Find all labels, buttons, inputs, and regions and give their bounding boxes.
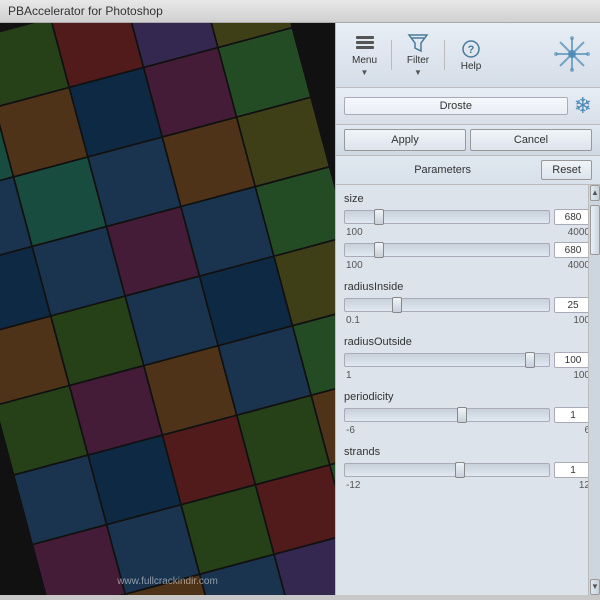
filter-label: Filter: [407, 55, 429, 66]
preview-area: www.fullcrackindir.com: [0, 23, 335, 595]
slider-row-size-1: 680: [344, 209, 592, 225]
slider-value-radiusInside: 25: [554, 297, 592, 313]
slider-row-periodicity: 1: [344, 407, 592, 423]
title-bar: PBAccelerator for Photoshop: [0, 0, 600, 23]
param-group-periodicity: periodicity 1 -6 6: [344, 391, 592, 436]
param-label-periodicity: periodicity: [344, 391, 592, 403]
slider-value-size-1: 680: [554, 209, 592, 225]
scrollbar-up-arrow[interactable]: ▲: [590, 185, 600, 201]
slider-track-size-1[interactable]: [344, 210, 550, 224]
snowflake-decoration: [552, 34, 592, 74]
slider-thumb-periodicity[interactable]: [457, 407, 467, 423]
droste-input[interactable]: [344, 97, 568, 115]
slider-thumb-radiusInside[interactable]: [392, 297, 402, 313]
slider-track-periodicity[interactable]: [344, 408, 550, 422]
scrollbar[interactable]: ▲ ▼: [588, 185, 600, 595]
slider-track-size-2[interactable]: [344, 243, 550, 257]
range-min-strands: -12: [346, 480, 360, 491]
slider-thumb-radiusOutside[interactable]: [525, 352, 535, 368]
main-container: www.fullcrackindir.com Menu ▼: [0, 23, 600, 595]
range-row-strands: -12 12: [344, 480, 592, 491]
param-group-radiusOutside: radiusOutside 100 1 100: [344, 336, 592, 381]
snowflake-icon: ❄: [574, 93, 592, 119]
params-label: Parameters: [344, 164, 541, 176]
range-min-radiusOutside: 1: [346, 370, 352, 381]
menu-icon: [353, 33, 377, 53]
svg-text:?: ?: [468, 44, 475, 56]
toolbar-divider-1: [391, 40, 392, 70]
slider-value-periodicity: 1: [554, 407, 592, 423]
param-label-radiusOutside: radiusOutside: [344, 336, 592, 348]
range-min-periodicity: -6: [346, 425, 355, 436]
menu-label: Menu: [352, 55, 377, 66]
slider-track-strands[interactable]: [344, 463, 550, 477]
range-row-size-1: 100 4000: [344, 227, 592, 238]
slider-value-strands: 1: [554, 462, 592, 478]
param-group-radiusInside: radiusInside 25 0.1 100: [344, 281, 592, 326]
param-label-size: size: [344, 193, 592, 205]
range-min-radiusInside: 0.1: [346, 315, 360, 326]
menu-arrow: ▼: [361, 68, 369, 77]
params-bar: Parameters Reset: [336, 156, 600, 185]
slider-track-radiusInside[interactable]: [344, 298, 550, 312]
apply-button[interactable]: Apply: [344, 129, 466, 151]
slider-thumb-strands[interactable]: [455, 462, 465, 478]
param-group-strands: strands 1 -12 12: [344, 446, 592, 491]
help-button[interactable]: ? Help: [451, 35, 491, 76]
right-panel: Menu ▼ Filter ▼ ?: [335, 23, 600, 595]
slider-thumb-size-2[interactable]: [374, 242, 384, 258]
param-label-radiusInside: radiusInside: [344, 281, 592, 293]
toolbar-divider-2: [444, 40, 445, 70]
scrollbar-down-arrow[interactable]: ▼: [590, 579, 600, 595]
help-label: Help: [461, 61, 482, 72]
range-max-size-1: 4000: [568, 227, 590, 238]
range-row-radiusInside: 0.1 100: [344, 315, 592, 326]
range-row-radiusOutside: 1 100: [344, 370, 592, 381]
toolbar: Menu ▼ Filter ▼ ?: [336, 23, 600, 88]
preview-collage: www.fullcrackindir.com: [0, 23, 335, 595]
reset-button[interactable]: Reset: [541, 160, 592, 180]
droste-bar: ❄: [336, 88, 600, 125]
slider-row-radiusOutside: 100: [344, 352, 592, 368]
slider-value-size-2: 680: [554, 242, 592, 258]
app-title: PBAccelerator for Photoshop: [8, 4, 163, 18]
slider-thumb-size-1[interactable]: [374, 209, 384, 225]
param-group-size: size 680 100 4000: [344, 193, 592, 271]
params-container: size 680 100 4000: [336, 185, 600, 509]
filter-button[interactable]: Filter ▼: [398, 29, 438, 81]
slider-row-size-2: 680: [344, 242, 592, 258]
menu-button[interactable]: Menu ▼: [344, 29, 385, 81]
param-label-strands: strands: [344, 446, 592, 458]
action-bar: Apply Cancel: [336, 125, 600, 156]
help-icon: ?: [459, 39, 483, 59]
range-row-size-2: 100 4000: [344, 260, 592, 271]
range-row-periodicity: -6 6: [344, 425, 592, 436]
range-max-size-2: 4000: [568, 260, 590, 271]
params-scroll-wrapper: size 680 100 4000: [336, 185, 600, 595]
slider-row-strands: 1: [344, 462, 592, 478]
watermark: www.fullcrackindir.com: [117, 576, 218, 587]
collage-grid: [0, 23, 335, 595]
slider-value-radiusOutside: 100: [554, 352, 592, 368]
scrollbar-thumb[interactable]: [590, 205, 600, 255]
range-min-size-2: 100: [346, 260, 363, 271]
cancel-button[interactable]: Cancel: [470, 129, 592, 151]
filter-arrow: ▼: [414, 68, 422, 77]
slider-track-radiusOutside[interactable]: [344, 353, 550, 367]
slider-row-radiusInside: 25: [344, 297, 592, 313]
filter-icon: [406, 33, 430, 53]
range-min-size-1: 100: [346, 227, 363, 238]
